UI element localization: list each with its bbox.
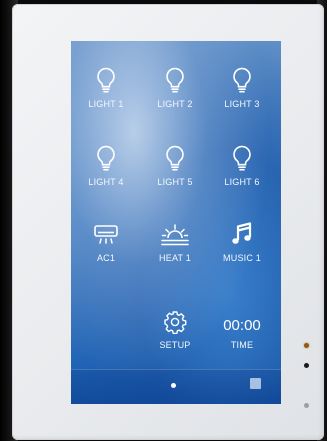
air-conditioner-icon [93,213,119,247]
tile-light-2[interactable]: LIGHT 2 [147,59,203,119]
time-value: 00:00 [223,317,261,334]
tile-heat-1[interactable]: HEAT 1 [147,213,203,273]
bulb-icon [165,137,185,171]
tile-light-1[interactable]: LIGHT 1 [78,59,134,119]
tile-time[interactable]: 00:00 TIME [214,300,270,360]
tile-light-4[interactable]: LIGHT 4 [78,137,134,197]
tile-label: MUSIC 1 [223,253,261,263]
tile-label: LIGHT 6 [224,177,260,187]
tile-light-6[interactable]: LIGHT 6 [214,137,270,197]
tile-light-5[interactable]: LIGHT 5 [147,137,203,197]
tile-label: TIME [230,340,254,350]
square-icon[interactable] [250,378,261,389]
tile-label: LIGHT 4 [88,177,124,187]
music-note-icon [231,213,253,247]
bulb-icon [232,59,252,93]
bulb-icon [232,137,252,171]
bulb-icon [165,59,185,93]
status-led-amber [304,343,309,348]
tile-label: AC1 [96,253,116,263]
status-led-grey [304,403,309,408]
tile-label: HEAT 1 [159,253,191,263]
tile-label: SETUP [159,340,191,350]
tile-ac-1[interactable]: AC1 [78,213,134,273]
heater-icon [160,213,190,247]
bulb-icon [96,59,116,93]
tile-label: LIGHT 2 [157,99,193,109]
screen-footer [71,369,281,404]
gear-icon [163,300,187,334]
sensor-dot [304,363,309,368]
page-dot-icon [171,383,176,388]
tile-label: LIGHT 1 [88,99,124,109]
tile-setup[interactable]: SETUP [147,300,203,360]
touch-screen: LIGHT 1 LIGHT 2 LIGHT 3 LIGHT 4 LIGHT 5 … [71,41,281,404]
tile-label: LIGHT 3 [224,99,260,109]
tile-label: LIGHT 5 [157,177,193,187]
tile-light-3[interactable]: LIGHT 3 [214,59,270,119]
bulb-icon [96,137,116,171]
tile-music-1[interactable]: MUSIC 1 [214,213,270,273]
